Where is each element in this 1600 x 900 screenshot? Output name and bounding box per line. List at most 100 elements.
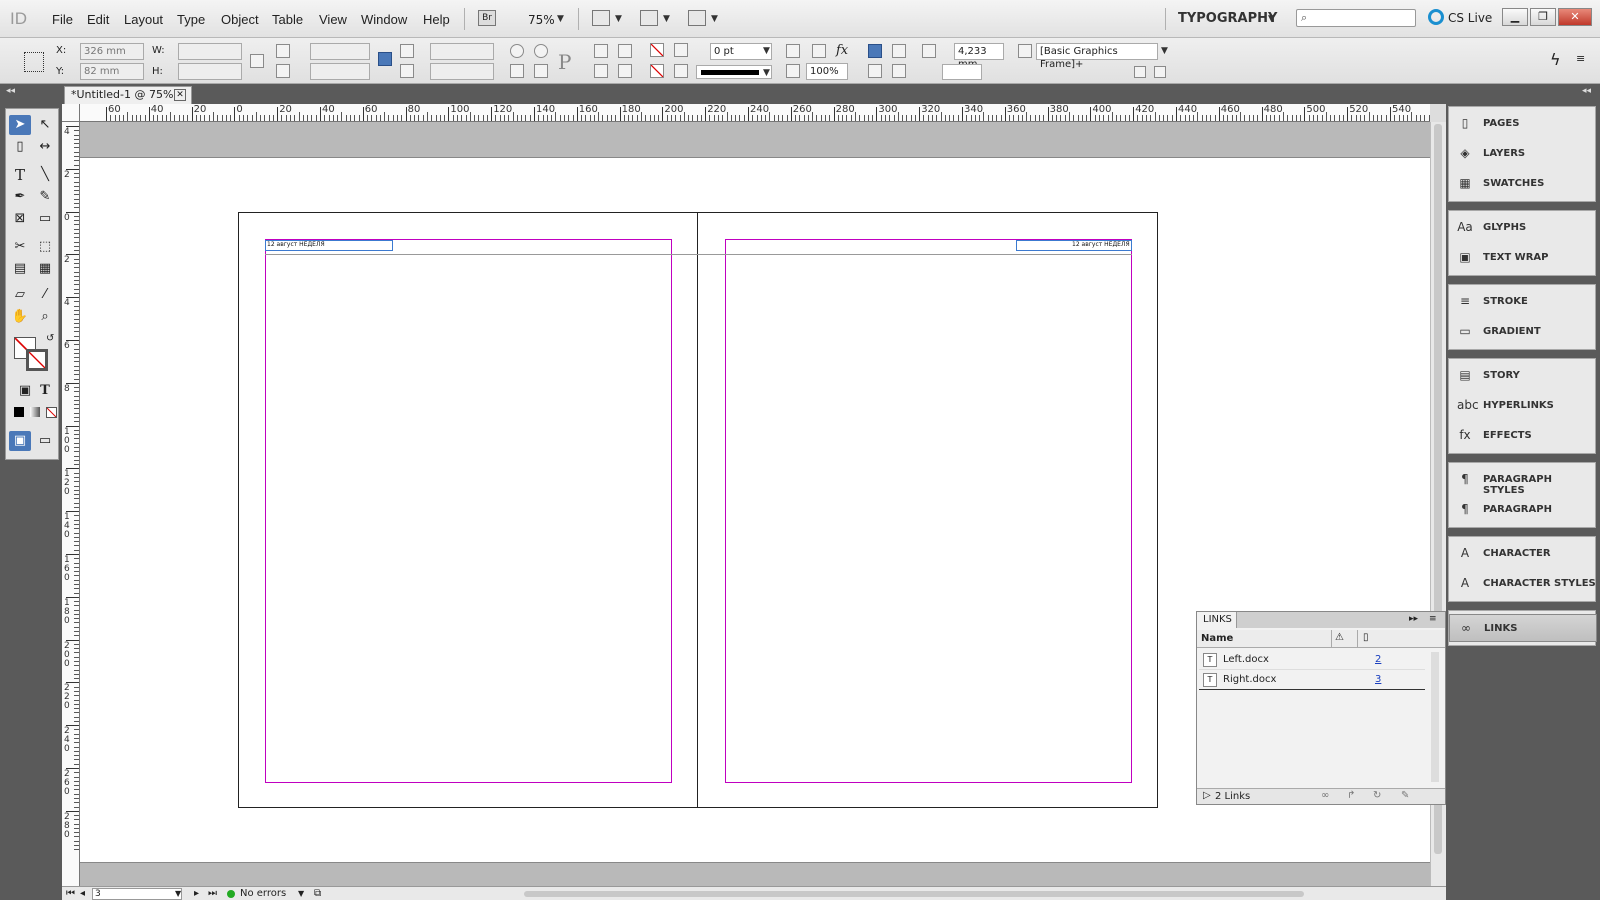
- shear-field[interactable]: [430, 63, 494, 80]
- gap-field[interactable]: 4,233 mm: [954, 43, 1004, 70]
- eyedropper-tool-icon[interactable]: ⁄: [34, 285, 56, 305]
- document-tab[interactable]: *Untitled-1 @ 75% ✕: [64, 86, 192, 104]
- scale-x-field[interactable]: [310, 43, 370, 60]
- link-icon[interactable]: [378, 52, 392, 66]
- menu-edit[interactable]: Edit: [87, 12, 109, 27]
- panel-character[interactable]: A CHARACTER: [1449, 540, 1597, 568]
- edit-original-icon[interactable]: ✎: [1401, 790, 1409, 801]
- page-column-icon[interactable]: ▯: [1363, 632, 1369, 643]
- normal-mode-icon[interactable]: ▣: [9, 431, 31, 451]
- zoom-tool-icon[interactable]: ⌕: [34, 307, 56, 327]
- bridge-icon[interactable]: Br: [478, 10, 496, 26]
- select-container-icon[interactable]: [594, 44, 608, 58]
- flip-horizontal-icon[interactable]: [510, 64, 524, 78]
- relink-icon[interactable]: ∞: [1321, 790, 1329, 801]
- opacity-field[interactable]: 100%: [806, 63, 848, 80]
- lightning-icon[interactable]: ϟ: [1550, 50, 1561, 69]
- type-tool-icon[interactable]: T: [9, 165, 31, 185]
- update-link-icon[interactable]: ↻: [1373, 790, 1381, 801]
- rotate-cw-icon[interactable]: [510, 44, 524, 58]
- screen-mode-icon[interactable]: [640, 10, 658, 26]
- auto-fit-icon[interactable]: [922, 44, 936, 58]
- horizontal-scrollbar-thumb[interactable]: [524, 891, 1304, 897]
- apply-color-icon[interactable]: [14, 407, 24, 417]
- menu-table[interactable]: Table: [272, 12, 303, 27]
- panel-paragraph[interactable]: ¶ PARAGRAPH: [1449, 496, 1597, 524]
- horizontal-ruler[interactable]: 60 40 20 0 20 40 60 80 100 120 140 160 180 200 220 240 2…: [80, 104, 1430, 122]
- flip-vertical-icon[interactable]: [534, 64, 548, 78]
- rectangle-frame-tool-icon[interactable]: ⊠: [9, 209, 31, 229]
- panel-pages[interactable]: ▯ PAGES: [1449, 110, 1597, 138]
- preflight-status[interactable]: No errors: [240, 887, 286, 900]
- corner-options-dropdown[interactable]: [942, 64, 982, 80]
- rotate-ccw-icon[interactable]: [534, 44, 548, 58]
- cs-live-icon[interactable]: [1428, 9, 1444, 25]
- menu-help[interactable]: Help: [423, 12, 450, 27]
- panel-story[interactable]: ▤ STORY: [1449, 362, 1597, 390]
- workspace-switcher[interactable]: TYPOGRAPHY: [1178, 11, 1277, 26]
- search-input[interactable]: ⌕: [1296, 9, 1416, 27]
- text-wrap-jump-icon[interactable]: [892, 64, 906, 78]
- new-style-icon[interactable]: [1154, 66, 1166, 78]
- page-number-field[interactable]: 3: [92, 888, 182, 900]
- view-options-icon[interactable]: [592, 10, 610, 26]
- link-page-number[interactable]: 2: [1375, 654, 1381, 665]
- panel-gradient[interactable]: ▭ GRADIENT: [1449, 318, 1597, 346]
- stroke-type-dropdown[interactable]: [696, 65, 772, 79]
- previous-page-icon[interactable]: ◂: [80, 887, 85, 900]
- text-wrap-bbox-icon[interactable]: [892, 44, 906, 58]
- cs-live-label[interactable]: CS Live: [1448, 11, 1492, 25]
- text-wrap-shape-icon[interactable]: [868, 64, 882, 78]
- maximize-button[interactable]: ❐: [1530, 8, 1556, 26]
- menu-object[interactable]: Object: [221, 12, 259, 27]
- clear-overrides-icon[interactable]: [1134, 66, 1146, 78]
- preflight-dropdown-icon[interactable]: ▼: [298, 887, 304, 900]
- zoom-level[interactable]: 75%: [528, 13, 555, 27]
- links-panel-tab[interactable]: LINKS: [1197, 612, 1237, 628]
- collapse-panel-icon[interactable]: ▸▸: [1409, 614, 1418, 624]
- stroke-none-icon[interactable]: [650, 64, 664, 78]
- text-wrap-none-icon[interactable]: [868, 44, 882, 58]
- stroke-color-icon[interactable]: [26, 349, 48, 371]
- menu-layout[interactable]: Layout: [124, 12, 163, 27]
- w-field[interactable]: [178, 43, 242, 60]
- link-info-toggle-icon[interactable]: ▷: [1203, 790, 1211, 801]
- object-style-dropdown[interactable]: [Basic Graphics Frame]+: [1036, 43, 1158, 70]
- note-tool-icon[interactable]: ▱: [9, 285, 31, 305]
- panel-menu-icon[interactable]: ≡: [1576, 52, 1585, 65]
- go-to-link-icon[interactable]: ↱: [1347, 790, 1355, 801]
- apply-none-icon[interactable]: [46, 407, 57, 418]
- select-previous-icon[interactable]: [594, 64, 608, 78]
- minimize-button[interactable]: ▁: [1502, 8, 1528, 26]
- effects-icon[interactable]: fx: [836, 43, 848, 58]
- expand-dock-icon[interactable]: ◂◂: [1582, 86, 1591, 96]
- page-dropdown-icon[interactable]: ▼: [175, 887, 181, 900]
- preview-mode-icon[interactable]: ▭: [34, 431, 56, 451]
- formatting-text-icon[interactable]: T: [34, 381, 56, 401]
- zoom-dropdown-icon[interactable]: ▼: [557, 14, 564, 24]
- close-tab-icon[interactable]: ✕: [174, 89, 186, 101]
- gradient-swatch-tool-icon[interactable]: ▤: [9, 259, 31, 279]
- rectangle-tool-icon[interactable]: ▭: [34, 209, 56, 229]
- open-file-icon[interactable]: ⧉: [314, 887, 321, 900]
- panel-character-styles[interactable]: A CHARACTER STYLES: [1449, 570, 1597, 598]
- panel-links[interactable]: ∞ LINKS: [1449, 614, 1597, 642]
- panel-stroke[interactable]: ≡ STROKE: [1449, 288, 1597, 316]
- workspace-dropdown-icon[interactable]: ▼: [1268, 14, 1275, 24]
- first-page-icon[interactable]: ⏮: [66, 887, 75, 900]
- panel-text-wrap[interactable]: ▣ TEXT WRAP: [1449, 244, 1597, 272]
- stroke-swatch-dropdown-icon[interactable]: [674, 64, 688, 78]
- rotation-field[interactable]: [430, 43, 494, 60]
- panel-layers[interactable]: ◈ LAYERS: [1449, 140, 1597, 168]
- last-page-icon[interactable]: ⏭: [208, 887, 217, 900]
- chevron-down-icon[interactable]: ▼: [711, 14, 718, 24]
- chevron-down-icon[interactable]: ▼: [1161, 46, 1168, 56]
- link-row[interactable]: T Left.docx 2: [1199, 650, 1425, 670]
- fill-swatch-dropdown-icon[interactable]: [674, 43, 688, 57]
- hand-tool-icon[interactable]: ✋: [9, 307, 31, 327]
- next-page-icon[interactable]: ▸: [194, 887, 199, 900]
- collapse-icon[interactable]: ◂◂: [6, 86, 15, 96]
- arrange-documents-icon[interactable]: [688, 10, 706, 26]
- chevron-down-icon[interactable]: ▼: [663, 14, 670, 24]
- panel-hyperlinks[interactable]: abc HYPERLINKS: [1449, 392, 1597, 420]
